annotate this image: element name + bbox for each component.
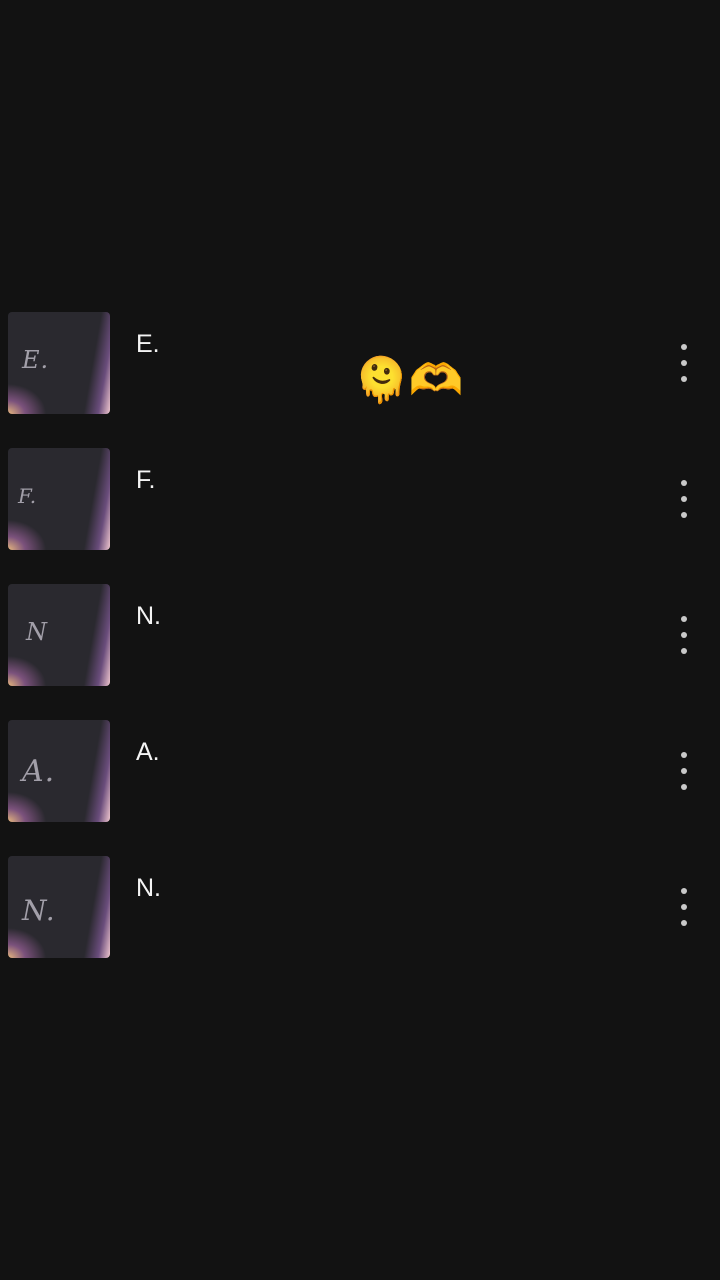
list-item[interactable]: A. A. xyxy=(0,720,720,856)
emoji-sticker: 🫠🫶 xyxy=(354,355,464,406)
thumbnail-text: N. xyxy=(22,894,56,927)
list-item[interactable]: N N. xyxy=(0,584,720,720)
list-item[interactable]: N. N. xyxy=(0,856,720,992)
item-title: A. xyxy=(136,738,160,766)
more-options-icon[interactable] xyxy=(672,750,696,794)
thumbnail-text: A. xyxy=(22,754,56,789)
item-thumbnail: N. xyxy=(8,856,110,958)
item-title: N. xyxy=(136,874,161,902)
thumbnail-text: N xyxy=(26,618,48,646)
more-options-icon[interactable] xyxy=(672,478,696,522)
item-thumbnail: F. xyxy=(8,448,110,550)
item-title: F. xyxy=(136,466,156,494)
list-item[interactable]: F. F. xyxy=(0,448,720,584)
item-thumbnail: E. xyxy=(8,312,110,414)
item-thumbnail: A. xyxy=(8,720,110,822)
more-options-icon[interactable] xyxy=(672,886,696,930)
more-options-icon[interactable] xyxy=(672,614,696,658)
thumbnail-text: F. xyxy=(18,484,38,508)
more-options-icon[interactable] xyxy=(672,342,696,386)
item-title: N. xyxy=(136,602,161,630)
track-list: E. E. F. F. N N. A. A. N. N. xyxy=(0,312,720,992)
item-title: E. xyxy=(136,330,160,358)
item-thumbnail: N xyxy=(8,584,110,686)
thumbnail-text: E. xyxy=(22,346,50,374)
